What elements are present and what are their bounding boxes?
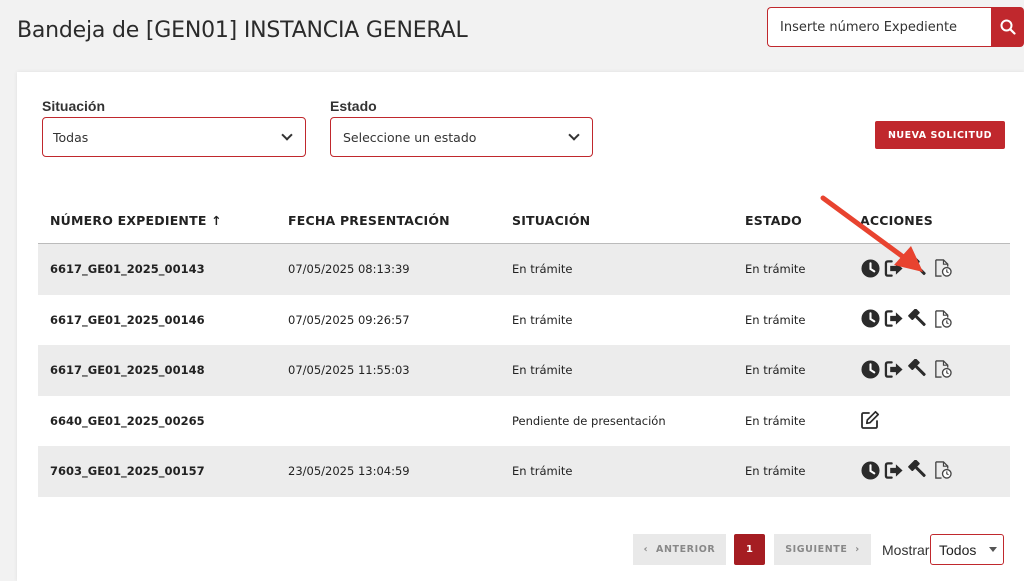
table-row: 6617_GE01_2025_00148 07/05/2025 11:55:03 E…	[38, 345, 1010, 396]
document-clock-icon[interactable]	[932, 258, 952, 278]
caret-down-icon	[989, 547, 997, 552]
column-estado: ESTADO	[745, 213, 802, 228]
content-card: Situación Todas Estado Seleccione un est…	[17, 72, 1024, 581]
table-header: NÚMERO EXPEDIENTE ↑ FECHA PRESENTACIÓN S…	[38, 199, 1010, 244]
sign-out-icon[interactable]	[884, 359, 904, 379]
search-button[interactable]	[991, 7, 1024, 47]
cell-numero-expediente: 6617_GE01_2025_00148	[50, 363, 205, 377]
cell-situacion: Pendiente de presentación	[512, 413, 666, 428]
cell-fecha-presentacion: 07/05/2025 11:55:03	[288, 363, 410, 377]
pagination: ‹ ANTERIOR 1 SIGUIENTE › Mostrar Todos	[17, 534, 1024, 566]
nueva-solicitud-button[interactable]: NUEVA SOLICITUD	[875, 121, 1005, 149]
cell-estado: En trámite	[745, 262, 806, 276]
situacion-value: Todas	[53, 129, 89, 145]
column-acciones: ACCIONES	[860, 213, 933, 228]
cell-numero-expediente: 6617_GE01_2025_00143	[50, 262, 205, 276]
chevron-left-icon: ‹	[643, 544, 656, 555]
row-actions	[860, 410, 880, 430]
estado-label: Estado	[330, 98, 377, 114]
clock-icon[interactable]	[860, 460, 880, 480]
next-page-label: SIGUIENTE	[785, 544, 848, 555]
document-clock-icon[interactable]	[932, 309, 952, 329]
cell-estado: En trámite	[745, 312, 806, 327]
sign-out-icon[interactable]	[884, 460, 904, 480]
row-actions	[860, 308, 952, 329]
cell-numero-expediente: 6617_GE01_2025_00146	[50, 312, 205, 327]
search-icon	[1000, 19, 1016, 35]
gavel-icon[interactable]	[908, 460, 928, 480]
previous-page-button[interactable]: ‹ ANTERIOR	[633, 534, 726, 565]
cell-fecha-presentacion: 07/05/2025 08:13:39	[288, 262, 410, 276]
clock-icon[interactable]	[860, 309, 880, 329]
search-input[interactable]	[767, 7, 991, 47]
cell-situacion: En trámite	[512, 262, 573, 276]
gavel-icon[interactable]	[908, 258, 928, 278]
cell-numero-expediente: 7603_GE01_2025_00157	[50, 464, 205, 478]
cell-situacion: En trámite	[512, 363, 573, 377]
clock-icon[interactable]	[860, 359, 880, 379]
cell-fecha-presentacion: 23/05/2025 13:04:59	[288, 464, 410, 478]
mostrar-value: Todos	[939, 541, 977, 558]
chevron-down-icon	[281, 129, 293, 141]
cell-situacion: En trámite	[512, 464, 573, 478]
estado-select[interactable]: Seleccione un estado	[330, 117, 593, 157]
row-actions	[860, 258, 952, 278]
table-body: 6617_GE01_2025_00143 07/05/2025 08:13:39 E…	[38, 244, 1010, 497]
row-actions	[860, 359, 952, 379]
column-numero-expediente[interactable]: NÚMERO EXPEDIENTE ↑	[50, 213, 222, 228]
edit-icon[interactable]	[860, 410, 880, 430]
clock-icon[interactable]	[860, 258, 880, 278]
situacion-label: Situación	[42, 98, 106, 114]
cell-situacion: En trámite	[512, 312, 573, 327]
situacion-select[interactable]: Todas	[42, 117, 306, 157]
page-1-button[interactable]: 1	[734, 534, 765, 565]
row-actions	[860, 460, 952, 480]
table-row: 6617_GE01_2025_00146 07/05/2025 09:26:57 E…	[38, 295, 1010, 346]
cell-numero-expediente: 6640_GE01_2025_00265	[50, 413, 205, 428]
chevron-down-icon	[568, 129, 580, 141]
search-box	[767, 7, 1024, 47]
chevron-right-icon: ›	[847, 544, 860, 555]
mostrar-select[interactable]: Todos	[930, 534, 1004, 565]
gavel-icon[interactable]	[908, 308, 928, 329]
cell-estado: En trámite	[745, 363, 806, 377]
estado-value: Seleccione un estado	[343, 129, 477, 145]
next-page-button[interactable]: SIGUIENTE ›	[774, 534, 871, 565]
previous-page-label: ANTERIOR	[656, 544, 716, 555]
expedientes-table: NÚMERO EXPEDIENTE ↑ FECHA PRESENTACIÓN S…	[38, 199, 1010, 497]
page-title: Bandeja de [GEN01] INSTANCIA GENERAL	[17, 18, 468, 43]
table-row: 7603_GE01_2025_00157 23/05/2025 13:04:59 E…	[38, 446, 1010, 497]
column-situacion: SITUACIÓN	[512, 213, 591, 228]
sign-out-icon[interactable]	[884, 309, 904, 329]
document-clock-icon[interactable]	[932, 359, 952, 379]
mostrar-label: Mostrar	[882, 542, 930, 558]
sign-out-icon[interactable]	[884, 258, 904, 278]
table-row: 6640_GE01_2025_00265 Pendiente de present…	[38, 396, 1010, 447]
cell-estado: En trámite	[745, 413, 806, 428]
cell-fecha-presentacion: 07/05/2025 09:26:57	[288, 312, 410, 327]
cell-estado: En trámite	[745, 464, 806, 478]
document-clock-icon[interactable]	[932, 460, 952, 480]
table-row: 6617_GE01_2025_00143 07/05/2025 08:13:39 E…	[38, 244, 1010, 295]
gavel-icon[interactable]	[908, 359, 928, 379]
column-fecha-presentacion: FECHA PRESENTACIÓN	[288, 213, 450, 228]
